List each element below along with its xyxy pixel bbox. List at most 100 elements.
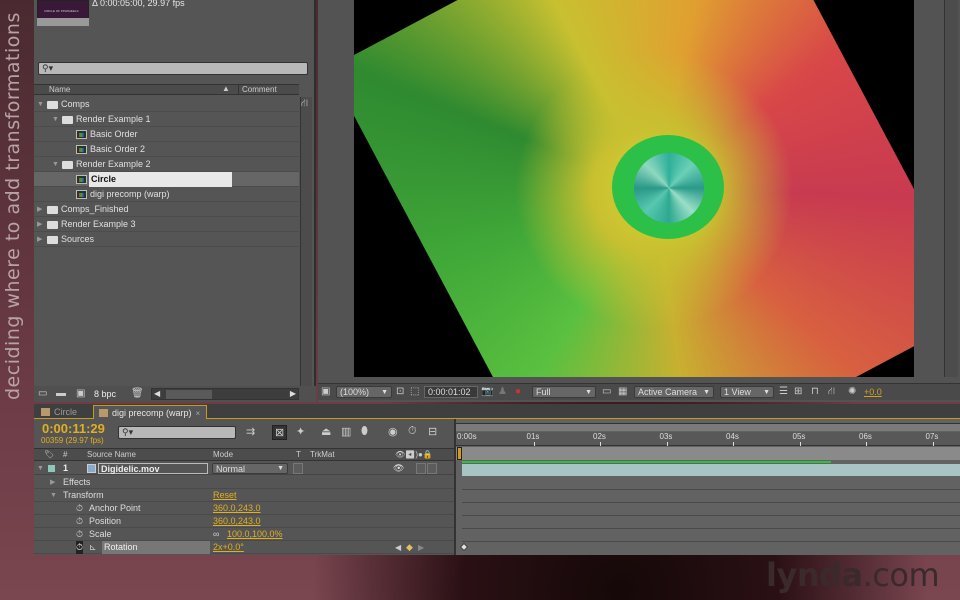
hide-shy-layers-icon[interactable]: ⏏ [321, 425, 331, 438]
graph-icon[interactable]: ⊾ [89, 541, 97, 554]
column-mode[interactable]: Mode [213, 449, 233, 461]
brainstorm-icon[interactable]: ◉ [388, 425, 398, 438]
current-time-field[interactable]: 0:00:01:02 [424, 386, 478, 398]
project-horizontal-scrollbar[interactable]: ◀ ▶ [151, 388, 299, 400]
position-row[interactable]: ⏱ Position 360.0,243.0 [34, 515, 454, 528]
solo-toggle[interactable] [416, 463, 426, 474]
timeline-graph-area[interactable]: 0:00s 01s 02s 03s 04s 05s 06s 07s [456, 419, 960, 555]
project-vertical-scrollbar[interactable] [300, 97, 312, 387]
time-navigator[interactable] [456, 447, 960, 460]
previous-keyframe-icon[interactable]: ◀ [395, 541, 401, 554]
expand-triangle-icon[interactable]: ▼ [37, 462, 44, 475]
tree-item-render-example-3[interactable]: ▶ Render Example 3 [34, 217, 299, 232]
bit-depth-button[interactable]: 8 bpc [94, 389, 116, 399]
collapse-triangle-icon[interactable]: ▶ [50, 476, 55, 489]
frame-blending-icon[interactable]: ▥ [341, 425, 351, 438]
timeline-icon[interactable]: ⊓ [811, 386, 819, 397]
always-preview-icon[interactable]: ▣ [321, 386, 330, 397]
tree-item-comps-finished[interactable]: ▶ Comps_Finished [34, 202, 299, 217]
collapse-triangle-icon[interactable]: ▶ [37, 202, 42, 217]
composition-canvas[interactable] [354, 0, 914, 377]
sort-ascending-icon[interactable]: ▲ [222, 84, 230, 93]
work-area-bar[interactable] [456, 423, 960, 431]
project-search-input[interactable]: ⚲▾ [38, 62, 308, 75]
rotation-keyframe[interactable] [459, 542, 469, 552]
scale-value[interactable]: 100.0,100.0% [227, 528, 283, 541]
reset-exposure-icon[interactable]: ✺ [848, 386, 856, 397]
grid-guide-icon[interactable]: ⊡ [396, 386, 404, 397]
column-t[interactable]: T [296, 449, 301, 461]
rotation-row[interactable]: ⏱ ⊾ Rotation 2x+0.0° ◀ ◆ ▶ [34, 541, 454, 554]
label-tag-icon[interactable]: 🏷 [44, 449, 54, 461]
region-of-interest-icon[interactable]: ▭ [602, 386, 611, 397]
stopwatch-icon[interactable]: ⏱ [76, 502, 83, 515]
column-source-name[interactable]: Source Name [87, 449, 136, 461]
collapse-triangle-icon[interactable]: ▶ [37, 217, 42, 232]
show-snapshot-icon[interactable]: ♟ [498, 386, 507, 397]
rename-field[interactable]: Circle [89, 172, 232, 187]
tree-item-circle[interactable]: Circle [34, 172, 299, 187]
add-keyframe-icon[interactable]: ◆ [406, 541, 413, 554]
flowchart-icon[interactable]: ⛙ [301, 98, 308, 111]
scale-row[interactable]: ⏱ Scale ∞ 100.0,100.0% [34, 528, 454, 541]
scroll-right-icon[interactable]: ▶ [290, 389, 296, 398]
camera-dropdown[interactable]: Active Camera ▼ [634, 386, 714, 398]
constrain-proportions-icon[interactable]: ∞ [213, 528, 219, 541]
column-name[interactable]: Name [49, 85, 70, 94]
position-value[interactable]: 360.0,243.0 [213, 515, 261, 528]
current-time-indicator[interactable] [457, 447, 462, 460]
tab-circle[interactable]: Circle [36, 405, 92, 419]
channel-icon[interactable]: ● [515, 386, 521, 397]
trash-icon[interactable]: 🗑 [131, 388, 144, 399]
column-number[interactable]: # [63, 449, 67, 461]
current-time-display[interactable]: 0:00:11:29 [42, 421, 105, 436]
draft-3d-icon[interactable]: ✦ [296, 425, 305, 438]
blend-mode-dropdown[interactable]: Normal ▼ [212, 463, 288, 474]
mask-visibility-icon[interactable]: ⬚ [410, 386, 419, 397]
next-keyframe-icon[interactable]: ▶ [418, 541, 424, 554]
magnification-dropdown[interactable]: (100%) ▼ [336, 386, 392, 398]
layer-label-color[interactable] [48, 465, 55, 472]
graph-editor-icon[interactable]: ⊟ [428, 425, 437, 438]
column-comment[interactable]: Comment [238, 85, 277, 94]
tree-item-sources[interactable]: ▶ Sources [34, 232, 299, 247]
eye-icon[interactable]: 👁 [393, 462, 404, 475]
motion-blur-icon[interactable]: ⬮ [361, 425, 368, 438]
preserve-transparency-toggle[interactable] [293, 463, 303, 474]
tree-item-render-example-1[interactable]: ▼ Render Example 1 [34, 112, 299, 127]
tree-item-basic-order-2[interactable]: Basic Order 2 [34, 142, 299, 157]
resolution-dropdown[interactable]: Full ▼ [532, 386, 596, 398]
tree-item-basic-order[interactable]: Basic Order [34, 127, 299, 142]
reset-link[interactable]: Reset [213, 489, 237, 502]
stopwatch-icon[interactable]: ⏱ [76, 515, 83, 528]
toggle-pixel-aspect-icon[interactable]: ☰ [779, 386, 788, 397]
anchor-point-value[interactable]: 360.0,243.0 [213, 502, 261, 515]
view-layout-dropdown[interactable]: 1 View ▼ [720, 386, 774, 398]
transparency-grid-icon[interactable]: ▦ [618, 386, 627, 397]
exposure-value[interactable]: +0.0 [864, 387, 882, 397]
fast-previews-icon[interactable]: ⊞ [794, 386, 802, 397]
comp-mini-flowchart-icon[interactable]: ⇉ [246, 425, 255, 438]
rotation-value[interactable]: 2x+0.0° [213, 541, 244, 554]
layer-duration-bar[interactable] [462, 464, 960, 476]
collapse-triangle-icon[interactable]: ▶ [37, 232, 42, 247]
expand-triangle-icon[interactable]: ▼ [52, 157, 59, 172]
layer-name[interactable]: Digidelic.mov [98, 463, 208, 474]
column-trkmat[interactable]: TrkMat [310, 449, 335, 461]
lock-toggle[interactable] [427, 463, 437, 474]
tab-digi-precomp-warp[interactable]: digi precomp (warp) × [93, 405, 207, 419]
flowchart-icon[interactable]: ⛙ [828, 386, 835, 399]
tree-item-render-example-2[interactable]: ▼ Render Example 2 [34, 157, 299, 172]
stopwatch-icon[interactable]: ⏱ [76, 528, 83, 541]
effects-row[interactable]: ▶ Effects [34, 476, 454, 489]
timeline-search-input[interactable]: ⚲▾ [118, 426, 236, 439]
scroll-left-icon[interactable]: ◀ [154, 389, 160, 398]
transform-row[interactable]: ▼ Transform Reset [34, 489, 454, 502]
expand-triangle-icon[interactable]: ▼ [52, 112, 59, 127]
layer-row[interactable]: ▼ 1 Digidelic.mov Normal ▼ 👁 [34, 462, 454, 475]
auto-keyframe-icon[interactable]: ⏱ [408, 425, 417, 438]
viewer-scrollbar[interactable] [944, 0, 958, 377]
stopwatch-active-icon[interactable]: ⏱ [76, 541, 84, 554]
anchor-point-row[interactable]: ⏱ Anchor Point 360.0,243.0 [34, 502, 454, 515]
new-folder-icon[interactable]: ▬ [56, 388, 66, 399]
